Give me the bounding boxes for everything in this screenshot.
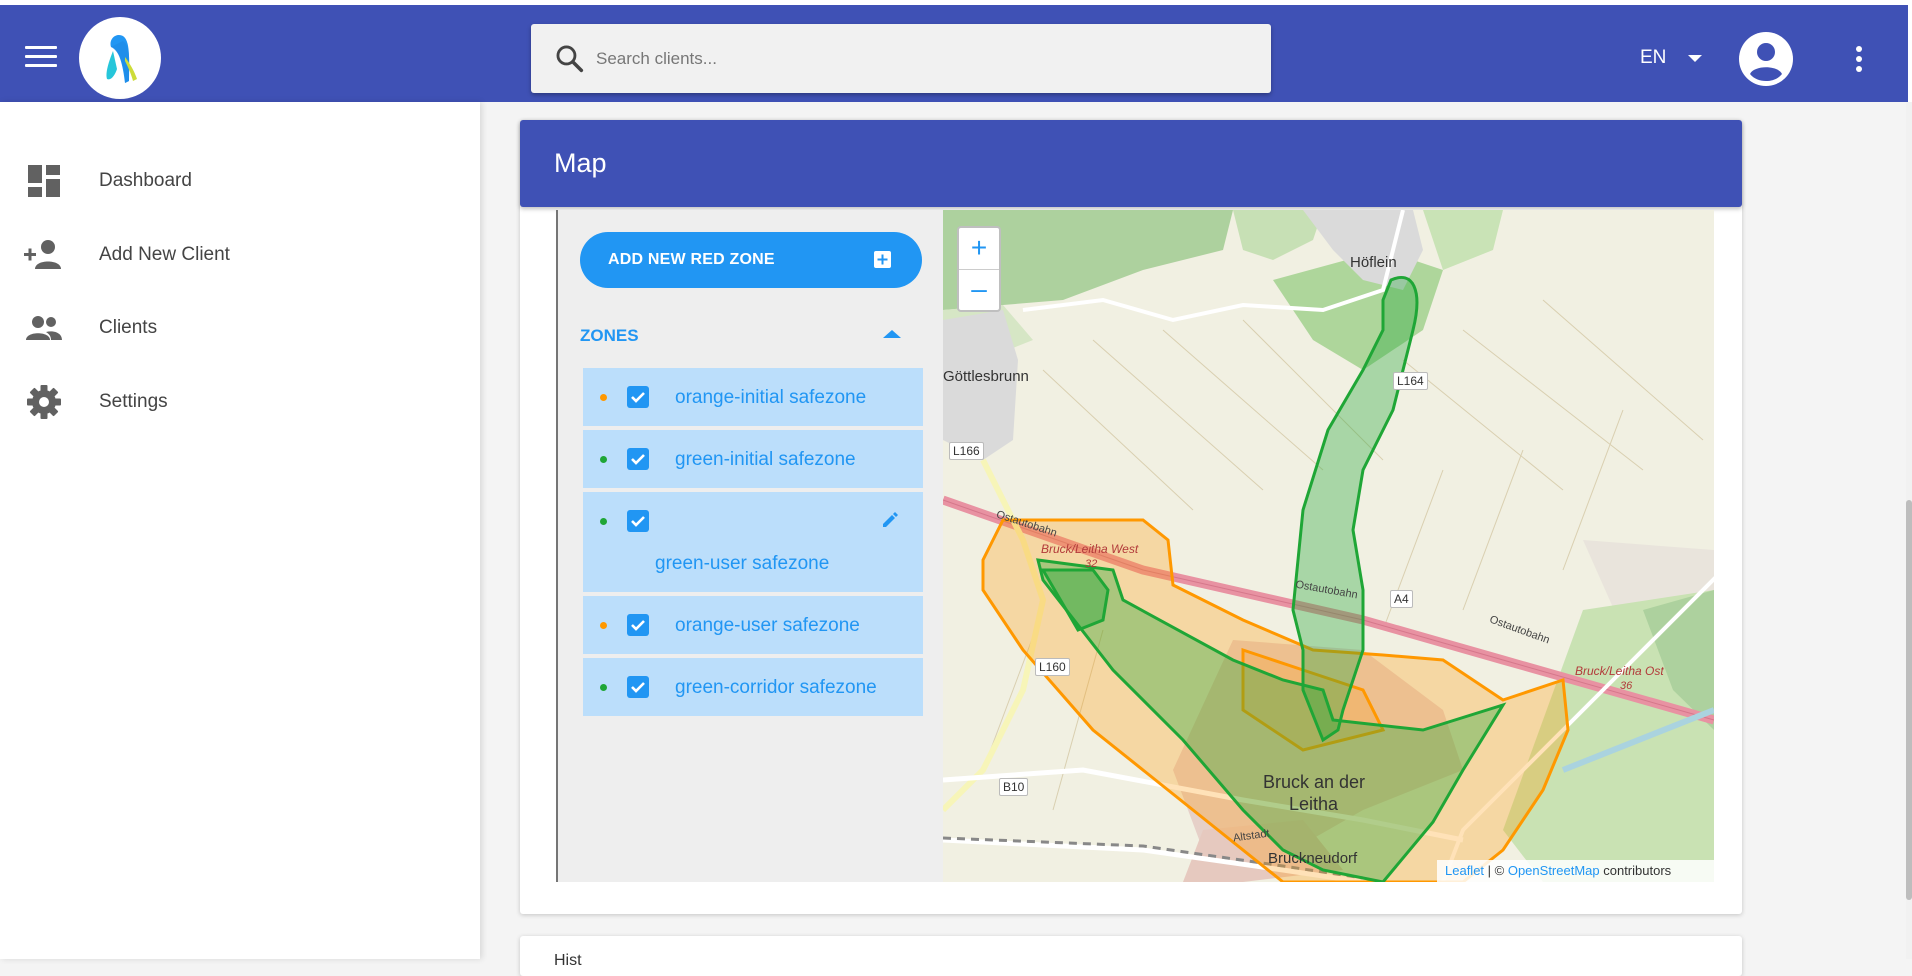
zone-label: orange-initial safezone	[675, 387, 867, 408]
zone-item-orange-initial[interactable]: orange-initial safezone	[583, 368, 923, 426]
check-icon	[631, 454, 645, 465]
zone-label: orange-user safezone	[675, 615, 860, 636]
zone-color-dot	[600, 622, 607, 629]
zone-checkbox[interactable]	[627, 676, 649, 698]
check-icon	[631, 620, 645, 631]
map-label-bruck-line1: Bruck an der	[1263, 772, 1366, 792]
history-card: Hist	[520, 936, 1742, 976]
map-card-title: Map	[554, 148, 607, 178]
zone-label: green-corridor safezone	[675, 677, 877, 698]
sidebar-item-label: Settings	[99, 391, 168, 412]
zone-item-green-user[interactable]: green-user safezone	[583, 492, 923, 592]
sidebar-item-settings[interactable]: Settings	[0, 372, 480, 432]
zone-checkbox[interactable]	[627, 510, 649, 532]
zones-collapse-toggle[interactable]	[880, 322, 904, 346]
zone-checkbox[interactable]	[627, 448, 649, 470]
map-label-b10: B10	[999, 778, 1029, 796]
map-label-bruckneudorf: Bruckneudorf	[1268, 850, 1358, 867]
edit-pencil-icon[interactable]	[880, 510, 900, 530]
map-label-l166: L166	[949, 442, 984, 460]
zoom-out-button[interactable]: –	[959, 269, 999, 310]
openstreetmap-link[interactable]: OpenStreetMap	[1508, 863, 1600, 878]
map-label-l160: L160	[1035, 658, 1070, 676]
add-new-red-zone-label: ADD NEW RED ZONE	[608, 251, 775, 268]
sidebar-item-label: Add New Client	[99, 244, 230, 265]
map-label-gottlesbrunn: Göttlesbrunn	[943, 368, 1029, 385]
language-selector[interactable]: EN	[1638, 43, 1718, 73]
zone-color-dot	[600, 684, 607, 691]
more-vert-icon-dot	[1856, 66, 1862, 72]
sidebar-item-dashboard[interactable]: Dashboard	[0, 151, 480, 211]
zoom-control: + –	[957, 226, 1001, 312]
dashboard-icon	[28, 165, 60, 197]
more-vert-icon	[1856, 46, 1862, 52]
map-view[interactable]: Höflein Göttlesbrunn L164 L166 L160 B10 …	[943, 210, 1714, 882]
zone-color-dot	[600, 456, 607, 463]
zone-item-orange-user[interactable]: orange-user safezone	[583, 596, 923, 654]
caret-down-icon	[1688, 55, 1702, 62]
people-icon	[26, 316, 62, 340]
sidebar-item-add-new-client[interactable]: Add New Client	[0, 225, 480, 285]
map-label-bruck-west: Bruck/Leitha West	[1041, 542, 1139, 556]
map-label-bruck-line2: Leitha	[1289, 794, 1339, 814]
map-label-bruck-west-num: 32	[1085, 558, 1098, 570]
zone-item-green-corridor[interactable]: green-corridor safezone	[583, 658, 923, 716]
account-circle-icon	[1739, 32, 1793, 86]
menu-button[interactable]	[20, 37, 64, 81]
search-icon	[556, 45, 584, 73]
zone-color-dot	[600, 518, 607, 525]
account-avatar-button[interactable]	[1738, 31, 1794, 87]
add-box-icon	[874, 251, 891, 268]
leaflet-link[interactable]: Leaflet	[1445, 863, 1484, 878]
menu-icon-bar	[25, 64, 57, 67]
sidebar-item-label: Dashboard	[99, 170, 192, 191]
zones-panel: ADD NEW RED ZONE ZONES orange-initial sa…	[556, 210, 943, 882]
add-new-red-zone-button[interactable]: ADD NEW RED ZONE	[580, 232, 922, 288]
gear-icon	[27, 385, 61, 419]
check-icon	[631, 682, 645, 693]
zone-color-dot	[600, 394, 607, 401]
attribution-separator: | ©	[1484, 863, 1508, 878]
check-icon	[631, 516, 645, 527]
menu-icon	[25, 46, 57, 49]
scrollbar-thumb[interactable]	[1906, 500, 1912, 900]
map-label-a4: A4	[1390, 590, 1413, 608]
logo-icon	[106, 35, 137, 83]
search-input[interactable]	[596, 24, 1256, 93]
zone-item-green-initial[interactable]: green-initial safezone	[583, 430, 923, 488]
caret-up-icon	[883, 330, 901, 338]
top-app-bar-background: EN	[0, 5, 1908, 102]
map-label-bruck-ost-num: 36	[1620, 680, 1633, 692]
zones-heading: ZONES	[580, 326, 639, 345]
sidebar-item-label: Clients	[99, 317, 158, 338]
map-label-l164: L164	[1393, 372, 1428, 390]
map-label-bruck-ost: Bruck/Leitha Ost	[1575, 664, 1664, 678]
person-add-icon	[24, 240, 61, 269]
sidebar-item-clients[interactable]: Clients	[0, 298, 480, 358]
map-attribution: Leaflet | © OpenStreetMap contributors	[1437, 860, 1714, 882]
zone-label: green-initial safezone	[675, 449, 856, 470]
zoom-in-button[interactable]: +	[959, 228, 999, 269]
top-app-bar: EN	[0, 0, 1912, 102]
language-label: EN	[1640, 47, 1667, 68]
more-vert-icon-dot	[1856, 56, 1862, 62]
app-logo[interactable]	[79, 17, 161, 99]
sidebar: Dashboard Add New Client Clients Setting…	[0, 102, 480, 959]
zone-checkbox[interactable]	[627, 614, 649, 636]
attribution-suffix: contributors	[1599, 863, 1672, 878]
zone-checkbox[interactable]	[627, 386, 649, 408]
check-icon	[631, 392, 645, 403]
more-options-button[interactable]	[1847, 43, 1871, 75]
history-card-title: Hist	[554, 952, 582, 969]
zone-label: green-user safezone	[655, 553, 830, 574]
search-bar[interactable]	[531, 24, 1271, 93]
map-card-header: Map	[520, 120, 1742, 207]
map-label-hoflein: Höflein	[1350, 254, 1397, 271]
menu-icon-bar	[25, 55, 57, 58]
